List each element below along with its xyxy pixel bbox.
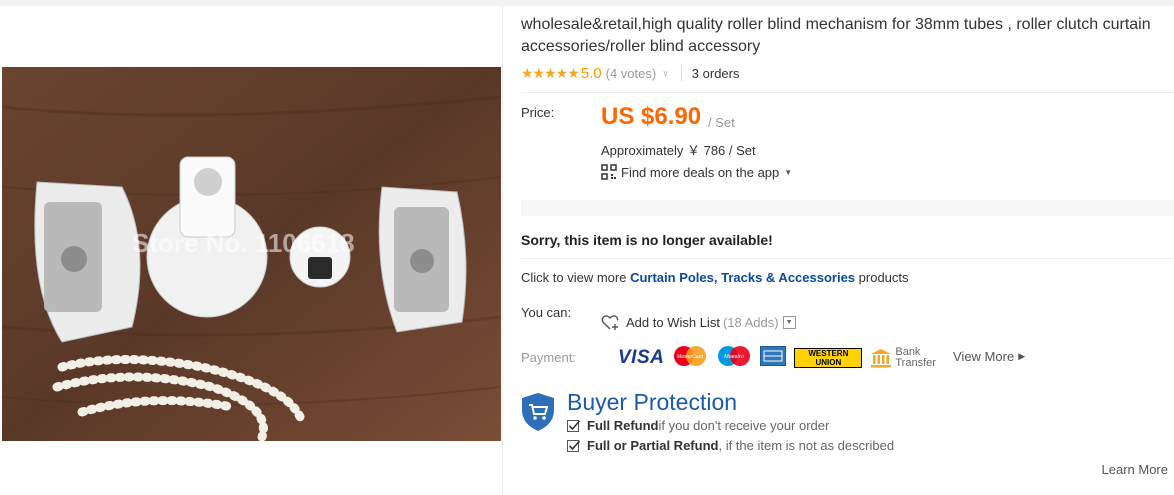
buyer-protection-full-refund: Full Refund if you don't receive your or… [567, 418, 829, 433]
payment-label: Payment: [521, 350, 576, 365]
checkbox-icon [567, 419, 581, 432]
approx-price: Approximately ￥ 786 / Set [601, 143, 756, 158]
mastercard-text: MasterCard [677, 354, 703, 360]
category-link[interactable]: Curtain Poles, Tracks & Accessories [630, 270, 855, 285]
visa-logo: VISA [618, 347, 665, 368]
caret-down-icon: ▼ [784, 167, 793, 177]
divider [521, 92, 1174, 93]
chevron-down-icon[interactable]: ∨ [662, 68, 669, 79]
related-prefix: Click to view more [521, 270, 631, 285]
mastercard-logo: MasterCard [672, 345, 708, 372]
app-deals-label: Find more deals on the app [621, 164, 780, 180]
wishlist-label: Add to Wish List [626, 315, 720, 330]
buyer-protection-partial-refund: Full or Partial Refund , if the item is … [567, 438, 894, 453]
related-suffix: products [855, 270, 909, 285]
photo-watermark: Store No. 1106618 [132, 228, 355, 258]
product-photo[interactable]: Store No. 1106618 [2, 67, 501, 441]
app-deals-link[interactable]: Find more deals on the app ▼ [601, 164, 792, 180]
price-amount: US $6.90 [601, 103, 702, 130]
maestro-logo: Maestro [716, 345, 752, 372]
bank-icon [871, 349, 892, 368]
partial-refund-label: Full or Partial Refund [587, 438, 719, 453]
full-refund-label: Full Refund [587, 418, 659, 433]
bank-transfer-logo: Bank Transfer [870, 347, 936, 369]
section-band [521, 200, 1174, 216]
learn-more-link[interactable]: Learn More [1102, 462, 1168, 477]
orders-count: 3 orders [691, 65, 740, 81]
view-more-payments-link[interactable]: View More ▶ [953, 349, 1025, 364]
payment-methods: VISA MasterCard Maestro WESTERN UNION Ba… [618, 345, 944, 371]
rating-score: 5.0 [580, 64, 602, 82]
you-can-label: You can: [521, 305, 572, 320]
checkbox-icon [567, 439, 581, 452]
qr-code-icon [601, 164, 617, 180]
chevron-down-icon[interactable]: ▼ [782, 316, 796, 329]
bank-line2: Transfer [895, 357, 936, 369]
price-label: Price: [521, 105, 555, 120]
maestro-text: Maestro [724, 354, 744, 360]
western-union-logo: WESTERN UNION [794, 348, 863, 368]
product-info: wholesale&retail,high quality roller bli… [521, 0, 1174, 495]
full-refund-desc: if you don't receive your order [658, 418, 830, 433]
wishlist-count: (18 Adds) [722, 315, 779, 330]
product-title: wholesale&retail,high quality roller bli… [521, 16, 1151, 55]
unavailable-message: Sorry, this item is no longer available! [521, 232, 773, 248]
caret-right-icon: ▶ [1018, 351, 1026, 361]
divider [521, 258, 1174, 259]
buyer-protection-title: Buyer Protection [567, 389, 738, 415]
view-more-label: View More [953, 349, 1015, 364]
add-to-wishlist-button[interactable]: Add to Wish List (18 Adds) ▼ [601, 314, 796, 331]
price-unit: / Set [708, 115, 735, 130]
amex-logo [760, 345, 787, 371]
heart-plus-icon [601, 315, 619, 330]
votes-count[interactable]: (4 votes) [606, 66, 657, 81]
shield-cart-icon [522, 393, 554, 431]
related-category-line: Click to view more Curtain Poles, Tracks… [521, 270, 909, 285]
divider [680, 65, 682, 81]
star-rating-icon: ★★★★★ [521, 64, 580, 81]
rating-row: ★★★★★ 5.0 (4 votes) ∨ 3 orders [521, 64, 740, 82]
image-gallery: Store No. 1106618 [0, 6, 503, 495]
partial-refund-desc: , if the item is not as described [718, 438, 895, 453]
